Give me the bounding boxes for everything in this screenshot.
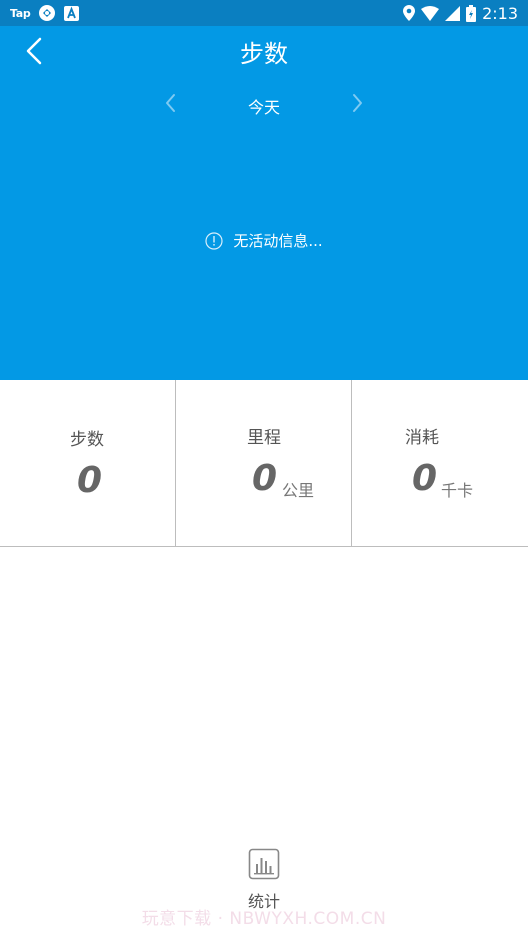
distance-label: 里程 <box>247 428 281 448</box>
empty-state: 无活动信息... <box>0 230 528 251</box>
signal-icon <box>445 5 461 21</box>
activity-panel: 步数 今天 无活动信息... <box>0 26 528 380</box>
steps-stat: 步数 0 <box>0 380 176 546</box>
info-icon <box>205 231 223 250</box>
calories-label: 消耗 <box>405 428 439 448</box>
distance-stat: 里程 0 公里 <box>176 380 352 546</box>
location-icon <box>403 5 416 21</box>
calories-stat: 消耗 0 千卡 <box>352 380 528 546</box>
calories-value: 0 <box>412 458 438 499</box>
date-navigator: 今天 <box>0 90 528 120</box>
battery-icon <box>466 4 477 22</box>
date-label: 今天 <box>247 98 280 117</box>
page-title: 步数 <box>240 40 288 68</box>
tap-notification-icon: Tap <box>10 6 31 20</box>
watermark: 玩意下载 · NBWYXH.COM.CN <box>141 909 387 929</box>
calories-unit: 千卡 <box>441 481 474 500</box>
next-day-icon[interactable] <box>346 90 370 116</box>
stats-summary: 步数 0 里程 0 公里 消耗 0 千卡 <box>0 380 528 547</box>
distance-unit: 公里 <box>282 481 315 500</box>
distance-value: 0 <box>252 458 278 499</box>
clock: 2:13 <box>482 3 518 23</box>
steps-value: 0 <box>77 460 103 501</box>
empty-state-message: 无活动信息... <box>233 232 323 250</box>
steps-label: 步数 <box>70 430 104 450</box>
statistics-tab[interactable]: 统计 <box>0 848 528 912</box>
sync-icon <box>39 5 56 21</box>
wifi-icon <box>421 5 440 21</box>
a-box-icon <box>64 5 80 21</box>
bar-chart-icon <box>248 848 280 880</box>
status-bar: Tap 2:13 <box>0 0 528 26</box>
